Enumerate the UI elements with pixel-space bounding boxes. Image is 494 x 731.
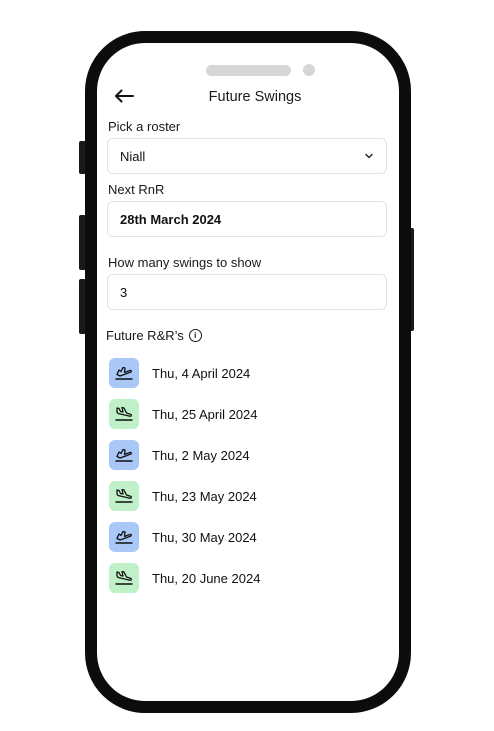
next-rnr-field[interactable]: 28th March 2024 [107, 201, 387, 237]
list-item: Thu, 25 April 2024 [109, 399, 258, 429]
list-item: Thu, 4 April 2024 [109, 358, 250, 388]
back-arrow-icon[interactable] [113, 85, 135, 107]
roster-select[interactable]: Niall [107, 138, 387, 174]
plane-arrival-icon [109, 481, 139, 511]
future-rr-heading: Future R&R’s i [106, 328, 202, 343]
list-item-label: Thu, 25 April 2024 [152, 406, 258, 422]
swings-count-input[interactable]: 3 [107, 274, 387, 310]
roster-select-value: Niall [120, 148, 146, 164]
plane-departure-icon [109, 522, 139, 552]
list-item-label: Thu, 4 April 2024 [152, 365, 251, 381]
plane-arrival-icon [109, 563, 139, 593]
list-item-label: Thu, 20 June 2024 [152, 570, 261, 586]
list-item: Thu, 30 May 2024 [109, 522, 257, 552]
plane-departure-icon [109, 358, 139, 388]
list-item: Thu, 23 May 2024 [109, 481, 257, 511]
next-rnr-label: Next RnR [108, 182, 165, 197]
list-item: Thu, 2 May 2024 [109, 440, 250, 470]
plane-arrival-icon [109, 399, 139, 429]
list-item-label: Thu, 23 May 2024 [152, 488, 257, 504]
swings-count-value: 3 [120, 284, 128, 300]
next-rnr-value: 28th March 2024 [120, 211, 222, 227]
future-rr-title: Future R&R’s [106, 328, 184, 343]
speaker-notch [206, 65, 291, 76]
plane-departure-icon [109, 440, 139, 470]
camera-dot [303, 64, 315, 76]
page-title: Future Swings [208, 89, 302, 105]
list-item-label: Thu, 30 May 2024 [152, 529, 257, 545]
roster-label: Pick a roster [108, 119, 181, 134]
info-icon[interactable]: i [188, 329, 202, 342]
list-item: Thu, 20 June 2024 [109, 563, 260, 593]
swings-count-label: How many swings to show [108, 255, 262, 270]
list-item-label: Thu, 2 May 2024 [152, 447, 250, 463]
chevron-down-icon [365, 153, 373, 159]
